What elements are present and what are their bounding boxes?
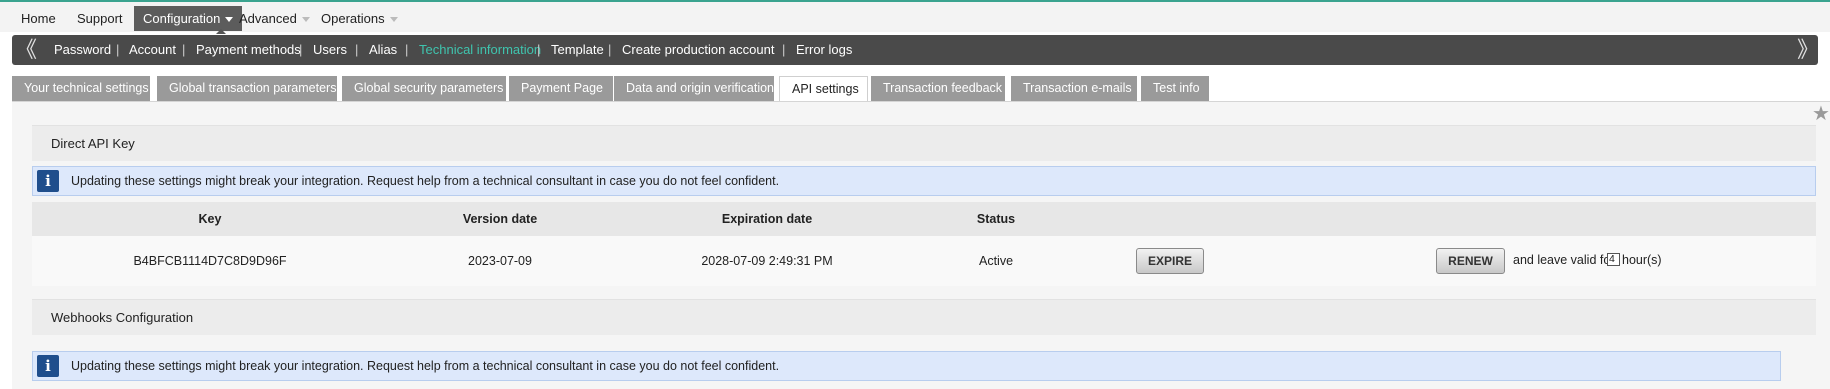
direct-api-info-banner: i Updating these settings might break yo… xyxy=(32,166,1816,196)
nav-operations-label: Operations xyxy=(321,11,385,26)
nav-configuration-label: Configuration xyxy=(143,11,221,26)
sub-navigation: 《 Password | Account | Payment methods |… xyxy=(12,35,1819,65)
info-icon-glyph: i xyxy=(45,357,51,375)
subnav-separator: | xyxy=(405,42,409,57)
subnav-separator: | xyxy=(537,42,541,57)
subnav-account[interactable]: Account xyxy=(129,35,176,65)
info-message: Updating these settings might break your… xyxy=(71,174,780,188)
subnav-technical-information[interactable]: Technical information xyxy=(419,35,541,65)
nav-configuration[interactable]: Configuration xyxy=(134,6,243,31)
direct-api-key-header: Direct API Key xyxy=(32,125,1816,161)
active-nav-pointer xyxy=(216,29,226,34)
nav-advanced[interactable]: Advanced xyxy=(230,6,319,31)
nav-home[interactable]: Home xyxy=(12,6,65,31)
subnav-password[interactable]: Password xyxy=(54,35,111,65)
status-value: Active xyxy=(978,254,1014,268)
tab-global-transaction-parameters[interactable]: Global transaction parameters xyxy=(157,76,337,101)
tab-data-and-origin-verification[interactable]: Data and origin verification xyxy=(614,76,774,101)
subnav-create-production-account[interactable]: Create production account xyxy=(622,35,774,65)
webhooks-header: Webhooks Configuration xyxy=(32,299,1816,335)
expire-button[interactable]: EXPIRE xyxy=(1136,248,1204,274)
hours-unit-label: hour(s) xyxy=(1622,253,1662,267)
subnav-separator: | xyxy=(355,42,359,57)
subnav-separator: | xyxy=(782,42,786,57)
info-icon-glyph: i xyxy=(45,172,51,190)
tab-transaction-feedback[interactable]: Transaction feedback xyxy=(871,76,1005,101)
column-expiration-date: Expiration date xyxy=(721,212,813,226)
api-key-value: B4BFCB1114D7C8D9D96F xyxy=(133,254,287,268)
direct-api-key-title: Direct API Key xyxy=(51,136,135,151)
nav-operations[interactable]: Operations xyxy=(312,6,407,31)
renew-button[interactable]: RENEW xyxy=(1436,248,1505,274)
subnav-error-logs[interactable]: Error logs xyxy=(796,35,852,65)
subnav-alias[interactable]: Alias xyxy=(369,35,397,65)
subnav-users[interactable]: Users xyxy=(313,35,347,65)
top-navigation: Home Support Configuration Advanced Oper… xyxy=(0,2,1830,32)
hours-input[interactable]: 4 xyxy=(1607,253,1620,266)
info-icon: i xyxy=(37,170,59,192)
column-status: Status xyxy=(976,212,1016,226)
nav-home-label: Home xyxy=(21,11,56,26)
tab-test-info[interactable]: Test info xyxy=(1141,76,1209,101)
chevron-down-icon xyxy=(389,17,398,23)
subnav-separator: | xyxy=(299,42,303,57)
column-key: Key xyxy=(198,212,222,226)
subnav-separator: | xyxy=(608,42,612,57)
scroll-left-icon[interactable]: 《 xyxy=(15,37,37,63)
subnav-payment-methods[interactable]: Payment methods xyxy=(196,35,301,65)
webhooks-info-banner: i Updating these settings might break yo… xyxy=(32,351,1781,381)
nav-support-label: Support xyxy=(77,11,123,26)
version-date-value: 2023-07-09 xyxy=(468,254,532,268)
nav-advanced-label: Advanced xyxy=(239,11,297,26)
expiration-date-value: 2028-07-09 2:49:31 PM xyxy=(701,254,833,268)
subnav-separator: | xyxy=(182,42,186,57)
webhooks-title: Webhooks Configuration xyxy=(51,310,194,325)
subnav-template[interactable]: Template xyxy=(551,35,604,65)
tab-payment-page[interactable]: Payment Page xyxy=(509,76,613,101)
info-icon: i xyxy=(37,355,59,377)
info-message: Updating these settings might break your… xyxy=(71,359,780,373)
nav-support[interactable]: Support xyxy=(68,6,132,31)
leave-valid-label: and leave valid for xyxy=(1513,253,1615,267)
subnav-separator: | xyxy=(116,42,120,57)
chevron-down-icon xyxy=(301,17,310,23)
tab-transaction-emails[interactable]: Transaction e-mails xyxy=(1011,76,1137,101)
api-key-table-header: Key Version date Expiration date Status xyxy=(32,202,1816,236)
scroll-right-icon[interactable]: 》 xyxy=(1797,37,1819,63)
tab-api-settings[interactable]: API settings xyxy=(779,76,868,103)
column-version-date: Version date xyxy=(462,212,538,226)
star-icon[interactable]: ★ xyxy=(1812,104,1830,124)
tab-global-security-parameters[interactable]: Global security parameters xyxy=(342,76,506,101)
tab-your-technical-settings[interactable]: Your technical settings xyxy=(12,76,150,101)
